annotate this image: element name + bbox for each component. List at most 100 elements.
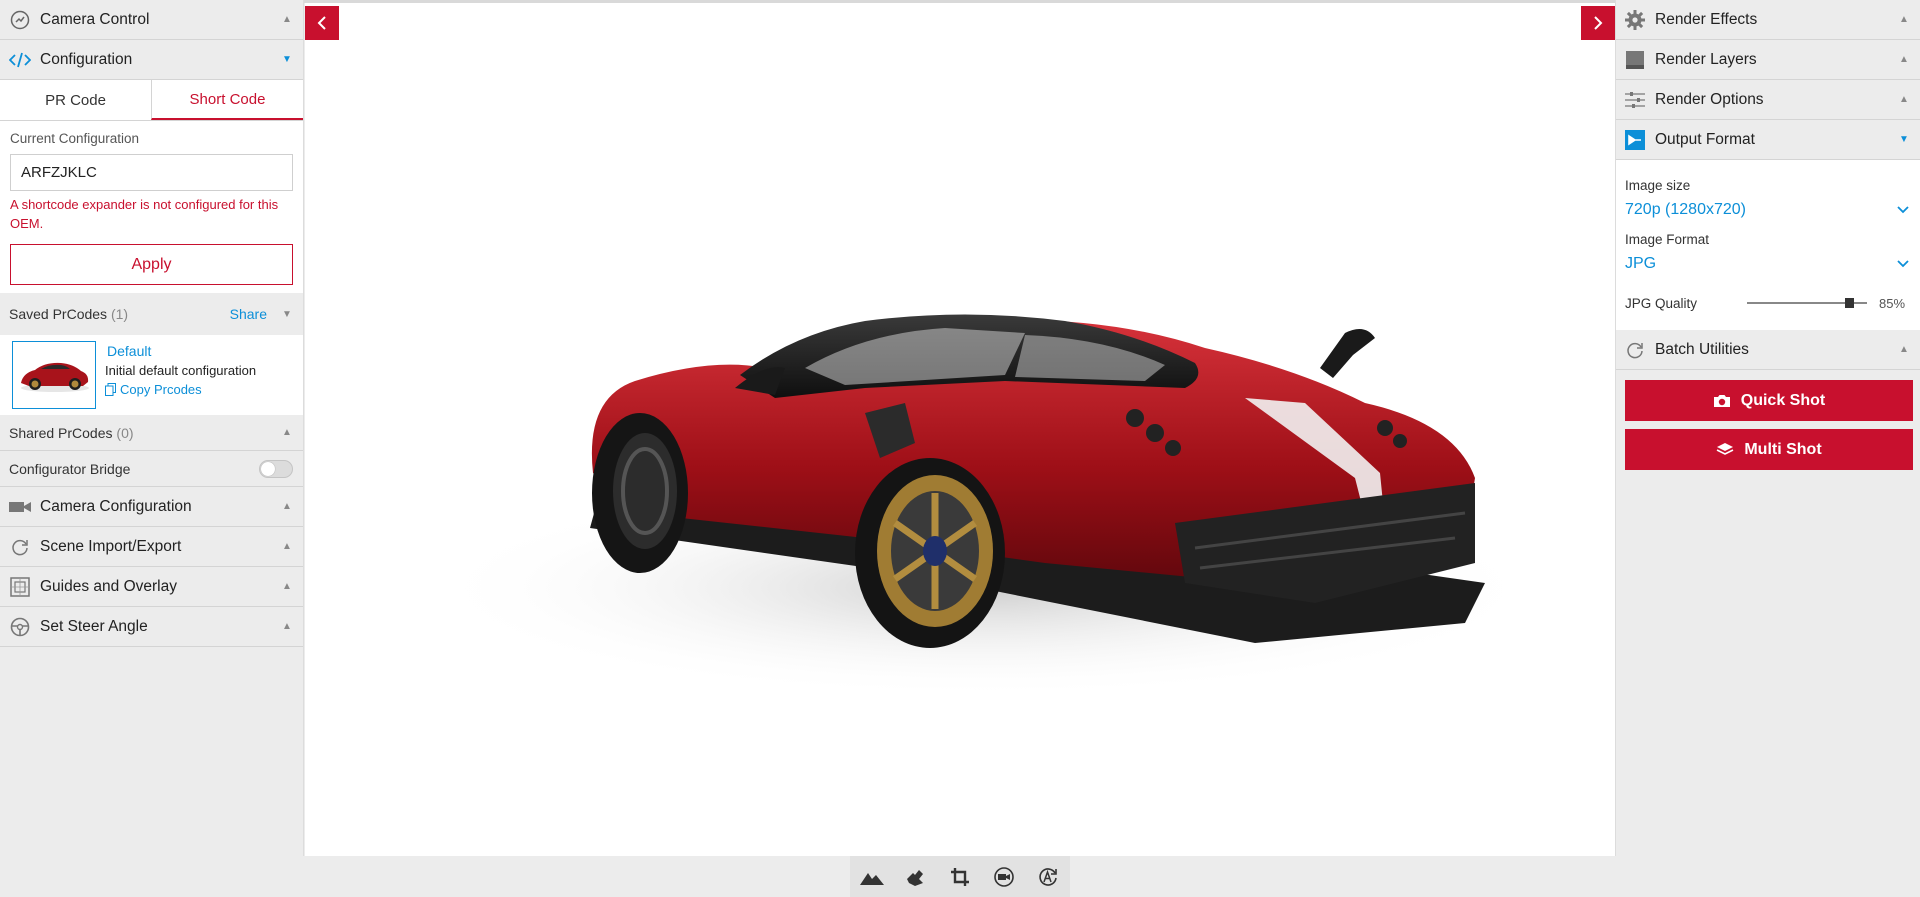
landscape-icon — [860, 872, 884, 885]
section-scene-import-export[interactable]: Scene Import/Export ▲ — [0, 527, 303, 567]
chevron-up-icon: ▲ — [282, 581, 292, 592]
config-tabs: PR Code Short Code — [0, 80, 303, 121]
chevron-up-icon: ▲ — [1899, 14, 1909, 25]
quick-shot-label: Quick Shot — [1740, 391, 1826, 409]
section-title: Render Effects — [1655, 10, 1758, 28]
stack-icon — [1716, 443, 1734, 455]
tab-short-code[interactable]: Short Code — [151, 80, 303, 120]
current-config-label: Current Configuration — [10, 131, 140, 146]
environment-tool-button[interactable] — [850, 856, 894, 897]
saved-prcodes-label: Saved PrCodes (1) — [9, 306, 129, 322]
configurator-bridge-label: Configurator Bridge — [9, 460, 131, 477]
section-set-steer-angle[interactable]: Set Steer Angle ▲ — [0, 607, 303, 647]
configurator-bridge-row: Configurator Bridge — [0, 451, 303, 487]
image-size-value: 720p (1280x720) — [1625, 201, 1746, 218]
chevron-right-icon — [1594, 16, 1603, 30]
image-size-label: Image size — [1625, 178, 1691, 193]
render-viewport[interactable] — [305, 3, 1615, 856]
section-batch-utilities[interactable]: Batch Utilities ▲ — [1616, 330, 1920, 370]
chevron-down-icon — [1897, 260, 1909, 268]
jpg-quality-label: JPG Quality — [1625, 295, 1698, 311]
config-box: Current Configuration A shortcode expand… — [0, 121, 303, 293]
collapse-left-panel-button[interactable] — [305, 6, 339, 40]
crop-tool-button[interactable] — [938, 856, 982, 897]
section-render-effects[interactable]: Render Effects ▲ — [1616, 0, 1920, 40]
chevron-down-icon — [1897, 206, 1909, 214]
refresh-icon — [8, 536, 32, 558]
section-camera-control[interactable]: Camera Control ▲ — [0, 0, 303, 40]
output-icon — [1623, 129, 1647, 151]
camera-tool-button[interactable] — [982, 856, 1026, 897]
shared-prcodes-label: Shared PrCodes (0) — [9, 424, 134, 441]
chevron-up-icon: ▲ — [1899, 54, 1909, 65]
chevron-up-icon: ▲ — [282, 501, 292, 512]
section-title: Batch Utilities — [1655, 340, 1749, 358]
section-title: Render Options — [1655, 90, 1764, 108]
video-camera-icon — [994, 866, 1014, 887]
apply-button[interactable]: Apply — [10, 244, 293, 285]
auto-rotate-icon — [1039, 867, 1057, 886]
crop-icon — [951, 867, 969, 886]
shared-prcodes-count: (0) — [116, 424, 134, 441]
chevron-up-icon: ▲ — [282, 621, 292, 632]
viewport-tools — [850, 856, 1070, 897]
tab-pr-code[interactable]: PR Code — [0, 80, 151, 120]
prcode-item[interactable]: Default Initial default configuration Co… — [0, 335, 303, 415]
section-title: Configuration — [40, 50, 133, 68]
section-guides-overlay[interactable]: Guides and Overlay ▲ — [0, 567, 303, 607]
jpg-quality-slider-handle[interactable] — [1844, 298, 1854, 308]
image-format-label: Image Format — [1625, 232, 1710, 247]
configurator-bridge-toggle[interactable] — [259, 459, 293, 478]
image-format-value: JPG — [1625, 255, 1657, 272]
copy-prcodes-link[interactable]: Copy Prcodes — [105, 382, 256, 397]
image-size-select[interactable]: 720p (1280x720) — [1625, 198, 1910, 222]
layers-icon — [1623, 49, 1647, 71]
rotate-tool-button[interactable] — [894, 856, 938, 897]
saved-prcodes-count: (1) — [110, 306, 129, 322]
prcode-description: Initial default configuration — [105, 363, 257, 378]
chevron-up-icon: ▲ — [1899, 344, 1909, 355]
chevron-up-icon: ▲ — [1899, 94, 1909, 105]
jpg-quality-slider[interactable] — [1747, 298, 1867, 308]
section-camera-configuration[interactable]: Camera Configuration ▲ — [0, 487, 303, 527]
code-icon — [8, 49, 32, 71]
chevron-left-icon — [317, 16, 326, 30]
prcode-name[interactable]: Default — [105, 343, 256, 359]
prcode-info: Default Initial default configuration Co… — [105, 341, 256, 409]
section-render-layers[interactable]: Render Layers ▲ — [1616, 40, 1920, 80]
auto-rotate-tool-button[interactable] — [1026, 856, 1070, 897]
section-output-format[interactable]: Output Format ▼ — [1616, 120, 1920, 160]
camera-control-icon — [8, 9, 32, 31]
copy-icon — [105, 383, 116, 396]
copy-prcodes-label: Copy Prcodes — [120, 382, 202, 397]
camera-icon — [8, 496, 32, 518]
car-render — [425, 314, 1545, 698]
sliders-icon — [1623, 89, 1647, 111]
jpg-quality-value: 85% — [1879, 295, 1906, 311]
saved-prcodes-header[interactable]: Saved PrCodes (1) Share ▼ — [0, 293, 303, 335]
section-title: Scene Import/Export — [40, 537, 182, 555]
guides-icon — [8, 576, 32, 598]
current-config-input[interactable] — [10, 154, 293, 191]
gear-icon — [1623, 9, 1647, 31]
chevron-down-icon: ▼ — [282, 308, 292, 320]
section-configuration[interactable]: Configuration ▼ — [0, 40, 303, 80]
chevron-down-icon: ▼ — [1899, 134, 1909, 145]
camera-icon — [1713, 395, 1730, 407]
steering-wheel-icon — [8, 616, 32, 638]
share-link[interactable]: Share — [230, 306, 267, 322]
section-title: Camera Configuration — [40, 497, 192, 515]
config-error-text: A shortcode expander is not configured f… — [10, 197, 279, 231]
chevron-up-icon: ▲ — [282, 14, 292, 25]
quick-shot-button[interactable]: Quick Shot — [1625, 380, 1913, 421]
section-title: Guides and Overlay — [40, 577, 177, 595]
shared-prcodes-header[interactable]: Shared PrCodes (0) ▲ — [0, 415, 303, 451]
collapse-right-panel-button[interactable] — [1581, 6, 1615, 40]
left-panel: Camera Control ▲ Configuration ▼ PR Code… — [0, 0, 304, 856]
multi-shot-button[interactable]: Multi Shot — [1625, 429, 1913, 470]
section-render-options[interactable]: Render Options ▲ — [1616, 80, 1920, 120]
image-format-select[interactable]: JPG — [1625, 252, 1910, 276]
section-title: Render Layers — [1655, 50, 1757, 68]
multi-shot-label: Multi Shot — [1744, 440, 1822, 458]
section-title: Camera Control — [40, 10, 150, 28]
